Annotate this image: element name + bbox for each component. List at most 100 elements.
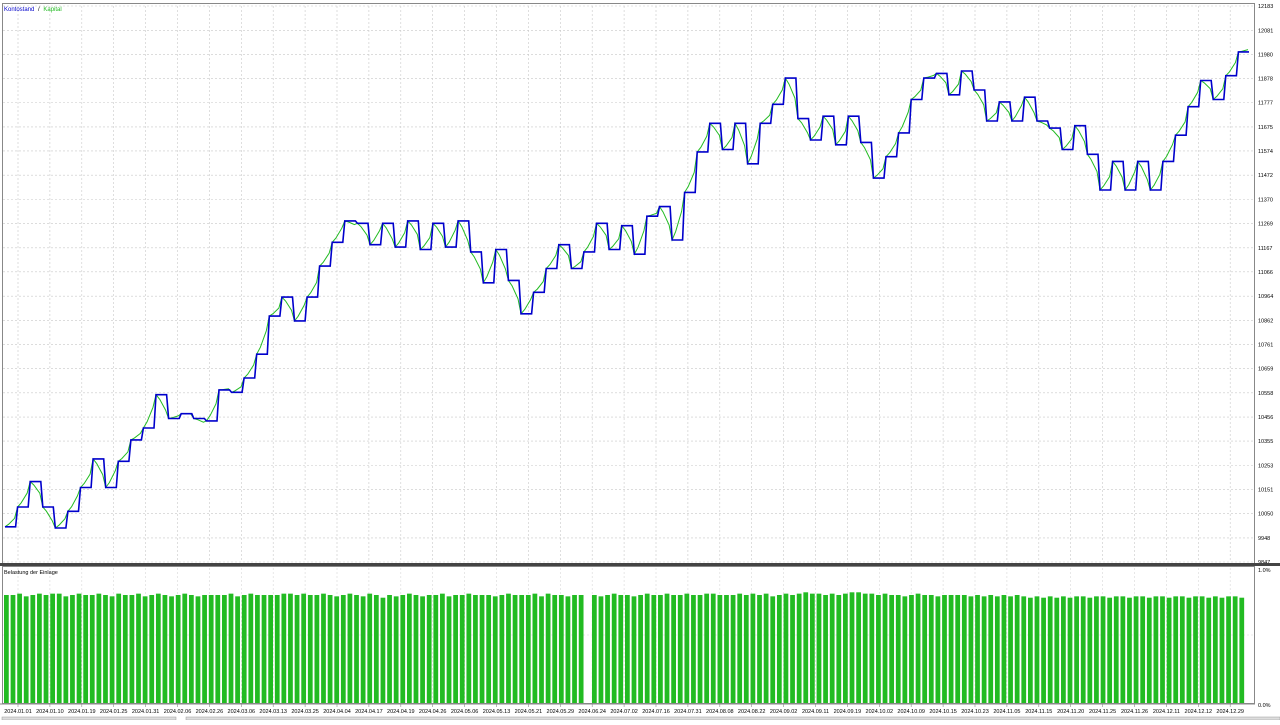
load-bar xyxy=(532,593,538,703)
legend: Kontostand / Kapital xyxy=(4,7,62,13)
x-tick-label: 2024.07.16 xyxy=(642,709,670,715)
load-bar xyxy=(519,595,525,703)
load-bar xyxy=(724,595,729,703)
load-bar xyxy=(922,595,928,703)
load-bar xyxy=(182,593,188,703)
load-bar xyxy=(387,595,392,703)
load-bar xyxy=(473,595,478,703)
panel-splitter[interactable] xyxy=(0,563,1280,566)
load-bar xyxy=(1027,597,1033,703)
load-bar xyxy=(433,595,439,703)
x-tick-label: 2024.11.26 xyxy=(1121,709,1148,715)
load-bar xyxy=(598,596,604,703)
load-bar xyxy=(1173,596,1179,703)
x-tick-label: 2024.01.10 xyxy=(36,709,64,715)
load-bar xyxy=(406,593,412,703)
load-bar xyxy=(968,596,974,703)
load-bar xyxy=(955,595,961,703)
x-tick-label: 2024.01.25 xyxy=(100,709,128,715)
load-bar xyxy=(459,595,465,703)
x-tick-label: 2024.04.04 xyxy=(323,709,351,715)
load-bar xyxy=(658,595,663,703)
load-bar xyxy=(169,596,174,703)
x-tick-label: 2024.12.29 xyxy=(1216,709,1244,715)
x-tick-label: 2024.12.12 xyxy=(1185,709,1213,715)
x-tick-label: 2024.10.02 xyxy=(866,709,894,715)
load-bar xyxy=(823,595,828,703)
y-tick-label: 11269 xyxy=(1258,222,1273,228)
x-tick-label: 2024.05.06 xyxy=(451,709,479,715)
load-bar xyxy=(1008,596,1013,703)
legend-equity: Kapital xyxy=(43,7,61,13)
load-bar xyxy=(809,593,815,703)
load-bar xyxy=(202,595,207,703)
load-bar xyxy=(10,595,16,703)
load-bar xyxy=(103,595,108,703)
y-tick-label: 10761 xyxy=(1258,342,1273,348)
x-tick-label: 2024.09.11 xyxy=(802,709,829,715)
load-bar xyxy=(208,595,214,703)
y-tick-label: 10253 xyxy=(1258,463,1273,469)
load-bar xyxy=(109,596,115,703)
load-bar xyxy=(942,595,947,703)
load-bar xyxy=(961,595,967,703)
load-panel-title: Belastung der Einlage xyxy=(4,570,58,576)
load-bar xyxy=(730,595,736,703)
load-bar xyxy=(89,595,95,703)
load-bar xyxy=(50,593,55,703)
load-bar xyxy=(1087,597,1093,703)
y-tick-label: 11675 xyxy=(1258,125,1273,131)
x-tick-label: 2024.11.15 xyxy=(1025,709,1052,715)
load-bar xyxy=(327,595,333,703)
load-bar xyxy=(539,596,544,703)
load-bar xyxy=(506,593,511,703)
y-tick-label: 11574 xyxy=(1258,149,1273,155)
load-bar xyxy=(354,595,359,703)
load-bottom-label: 0.0% xyxy=(1258,703,1271,709)
y-tick-label: 10659 xyxy=(1258,367,1273,373)
load-bar xyxy=(373,595,379,703)
load-bar xyxy=(677,595,683,703)
load-bar xyxy=(1014,595,1020,703)
load-bar xyxy=(1232,596,1238,703)
load-bar xyxy=(565,596,571,703)
load-bar xyxy=(446,596,452,703)
load-bar xyxy=(486,595,492,703)
y-tick-label: 11370 xyxy=(1258,198,1273,204)
load-bar xyxy=(1100,596,1106,703)
load-bar xyxy=(856,592,861,703)
load-bar xyxy=(155,593,161,703)
load-bar xyxy=(796,593,802,703)
load-bar xyxy=(1239,597,1245,703)
load-bar xyxy=(122,595,128,703)
load-bar xyxy=(750,593,756,703)
load-bar xyxy=(631,596,637,703)
load-bar xyxy=(334,596,340,703)
load-bar xyxy=(671,595,676,703)
load-bar xyxy=(843,593,848,703)
load-bar xyxy=(149,595,155,703)
x-tick-label: 2024.04.26 xyxy=(419,709,447,715)
load-bar xyxy=(136,593,141,703)
load-bar xyxy=(37,593,42,703)
load-bar xyxy=(1120,596,1126,703)
load-bar xyxy=(948,595,954,703)
load-bar xyxy=(611,593,617,703)
y-tick-label: 10456 xyxy=(1258,415,1273,421)
load-bar xyxy=(340,595,346,703)
x-tick-label: 2024.03.06 xyxy=(228,709,256,715)
load-bar xyxy=(572,595,577,703)
load-bar xyxy=(717,595,723,703)
x-tick-label: 2024.10.15 xyxy=(929,709,957,715)
y-tick-label: 10862 xyxy=(1258,318,1273,324)
x-tick-label: 2024.09.02 xyxy=(770,709,798,715)
load-bar xyxy=(994,596,1000,703)
load-bar xyxy=(605,595,610,703)
load-bar xyxy=(869,593,875,703)
load-bar xyxy=(902,596,908,703)
load-bar xyxy=(783,593,789,703)
load-bar xyxy=(1186,597,1192,703)
load-bar xyxy=(829,593,835,703)
load-bar xyxy=(889,595,895,703)
load-bar xyxy=(261,595,267,703)
